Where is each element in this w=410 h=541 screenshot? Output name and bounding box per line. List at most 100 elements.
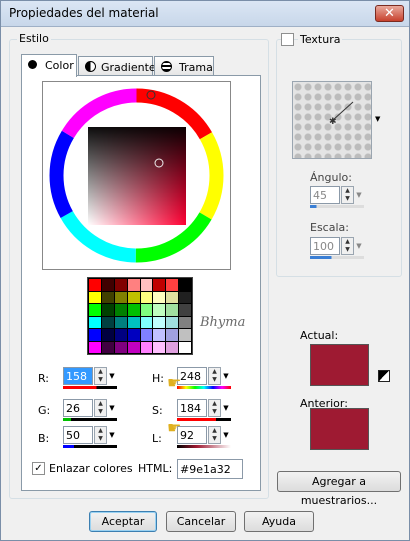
palette-cell[interactable]	[127, 341, 140, 353]
palette-cell[interactable]	[153, 316, 166, 328]
palette-cell[interactable]	[140, 329, 153, 341]
r-label: R:	[38, 372, 50, 385]
palette-cell[interactable]	[179, 316, 191, 328]
add-to-swatches-button[interactable]: Agregar a muestrarios...	[277, 471, 401, 507]
h-dropdown-icon[interactable]: ▼	[221, 367, 231, 385]
help-button[interactable]: Ayuda	[244, 511, 314, 532]
tab-pattern[interactable]: Trama	[154, 56, 214, 77]
s-spinner[interactable]: ▲ ▼	[208, 399, 221, 417]
l-spinner[interactable]: ▲ ▼	[208, 426, 221, 444]
palette-cell[interactable]	[101, 341, 114, 353]
palette-cell[interactable]	[101, 304, 114, 316]
palette-cell[interactable]	[140, 304, 153, 316]
palette-cell[interactable]	[166, 316, 179, 328]
r-spinner[interactable]: ▲ ▼	[94, 367, 107, 385]
title-bar[interactable]: Propiedades del material ✕	[1, 1, 409, 27]
palette-cell[interactable]	[153, 291, 166, 303]
palette-cell[interactable]	[127, 329, 140, 341]
texture-dropdown-icon[interactable]: ▼	[375, 115, 380, 123]
palette-cell[interactable]	[166, 329, 179, 341]
previous-color-swatch[interactable]	[310, 408, 369, 450]
palette-cell[interactable]	[114, 279, 127, 291]
g-spinner[interactable]: ▲ ▼	[94, 399, 107, 417]
palette-cell[interactable]	[179, 291, 191, 303]
palette-cell[interactable]	[89, 316, 101, 328]
palette-cell[interactable]	[127, 304, 140, 316]
palette-cell[interactable]	[114, 304, 127, 316]
palette-cell[interactable]	[127, 316, 140, 328]
palette-cell[interactable]	[89, 279, 101, 291]
angle-spinner[interactable]: ▲ ▼	[341, 186, 354, 204]
angle-input[interactable]: 45	[310, 186, 340, 204]
palette-cell[interactable]	[153, 329, 166, 341]
palette-cell[interactable]	[114, 316, 127, 328]
palette-cell[interactable]	[89, 291, 101, 303]
palette-cell[interactable]	[114, 291, 127, 303]
close-button[interactable]: ✕	[375, 5, 404, 22]
cancel-button[interactable]: Cancelar	[166, 511, 236, 532]
link-colors-checkbox[interactable]: ✓	[32, 462, 45, 475]
palette-cell[interactable]	[89, 341, 101, 353]
l-input[interactable]: 92	[177, 426, 207, 444]
r-dropdown-icon[interactable]: ▼	[107, 367, 117, 385]
accept-button[interactable]: Aceptar	[89, 511, 157, 532]
palette-cell[interactable]	[114, 341, 127, 353]
r-input[interactable]: 158	[63, 367, 93, 385]
palette-cell[interactable]	[140, 341, 153, 353]
palette-cell[interactable]	[114, 329, 127, 341]
html-input[interactable]: #9e1a32	[177, 459, 243, 479]
s-dropdown-icon[interactable]: ▼	[221, 399, 231, 417]
palette-cell[interactable]	[89, 304, 101, 316]
s-input[interactable]: 184	[177, 399, 207, 417]
palette-cell[interactable]	[153, 304, 166, 316]
tab-gradient[interactable]: Gradiente	[78, 56, 156, 77]
palette-cell[interactable]	[166, 279, 179, 291]
scale-spinner[interactable]: ▲ ▼	[341, 237, 354, 255]
palette-cell[interactable]	[179, 279, 191, 291]
g-input[interactable]: 26	[63, 399, 93, 417]
h-spinner[interactable]: ▲ ▼	[208, 367, 221, 385]
swap-icon[interactable]	[378, 370, 390, 382]
palette-cell[interactable]	[127, 279, 140, 291]
h-slider[interactable]	[177, 386, 231, 389]
l-dropdown-icon[interactable]: ▼	[221, 426, 231, 444]
l-slider[interactable]	[177, 445, 231, 448]
color-wheel[interactable]	[43, 82, 230, 269]
palette-cell[interactable]	[153, 341, 166, 353]
b-dropdown-icon[interactable]: ▼	[107, 426, 117, 444]
palette-cell[interactable]	[89, 329, 101, 341]
color-wheel-box[interactable]	[42, 81, 231, 270]
palette-cell[interactable]	[166, 291, 179, 303]
r-slider[interactable]	[63, 386, 117, 389]
scale-dropdown-icon[interactable]: ▼	[354, 237, 364, 255]
g-dropdown-icon[interactable]: ▼	[107, 399, 117, 417]
angle-label: Ángulo:	[310, 171, 352, 184]
b-slider[interactable]	[63, 445, 117, 448]
palette-cell[interactable]	[140, 291, 153, 303]
palette-cell[interactable]	[101, 279, 114, 291]
s-slider[interactable]	[177, 418, 231, 421]
palette-cell[interactable]	[179, 341, 191, 353]
texture-label[interactable]: Textura	[298, 33, 343, 46]
tab-color[interactable]: Color	[21, 54, 77, 77]
angle-dropdown-icon[interactable]: ▼	[354, 186, 364, 204]
palette-cell[interactable]	[140, 316, 153, 328]
b-spinner[interactable]: ▲ ▼	[94, 426, 107, 444]
palette-cell[interactable]	[101, 329, 114, 341]
palette-cell[interactable]	[101, 316, 114, 328]
palette-cell[interactable]	[179, 329, 191, 341]
palette-grid[interactable]	[87, 277, 193, 355]
palette-cell[interactable]	[179, 304, 191, 316]
g-slider[interactable]	[63, 418, 117, 421]
palette-cell[interactable]	[153, 279, 166, 291]
palette-cell[interactable]	[166, 341, 179, 353]
palette-cell[interactable]	[101, 291, 114, 303]
b-input[interactable]: 50	[63, 426, 93, 444]
h-input[interactable]: 248	[177, 367, 207, 385]
palette-cell[interactable]	[127, 291, 140, 303]
palette-cell[interactable]	[140, 279, 153, 291]
scale-input[interactable]: 100	[310, 237, 340, 255]
link-colors-label[interactable]: Enlazar colores	[49, 462, 133, 475]
palette-cell[interactable]	[166, 304, 179, 316]
texture-checkbox[interactable]	[281, 33, 294, 46]
